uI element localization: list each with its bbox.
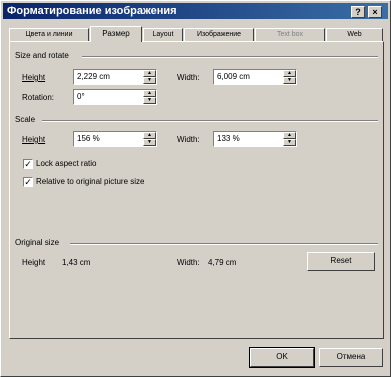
scale-width-spinner[interactable]: ▲▼ [213,131,297,147]
ok-button[interactable]: OK [249,347,315,368]
relative-size-checkbox[interactable]: ✓ Relative to original picture size [23,177,145,189]
title-bar[interactable]: Форматирование изображения ? × [3,3,388,19]
format-picture-dialog: Форматирование изображения ? × Цвета и л… [0,0,391,377]
tab-layout[interactable]: Layout [143,28,183,41]
lock-aspect-checkbox[interactable]: ✓ Lock aspect ratio [23,159,96,171]
checkmark-icon[interactable]: ✓ [23,177,33,187]
original-width-label: Width: [177,258,200,267]
rotation-label: Rotation: [22,93,55,102]
height-spinner[interactable]: ▲▼ [73,69,157,85]
separator [42,120,378,122]
spin-down-icon[interactable]: ▼ [283,139,296,146]
rotation-spinner[interactable]: ▲▼ [73,89,157,105]
spin-up-icon[interactable]: ▲ [283,70,296,77]
tab-web[interactable]: Web [326,28,383,41]
reset-button[interactable]: Reset [307,252,375,271]
spin-down-icon[interactable]: ▼ [143,139,156,146]
size-panel: Size and rotate Height ▲▼ Width: ▲▼ Rota… [9,41,384,339]
size-rotate-title: Size and rotate [15,51,69,60]
width-label: Width: [177,73,200,82]
height-label: Height [22,73,46,82]
spin-up-icon[interactable]: ▲ [143,90,156,97]
cancel-button[interactable]: Отмена [319,348,383,367]
tab-colors-lines[interactable]: Цвета и линии [9,28,89,41]
scale-height-spinner[interactable]: ▲▼ [73,131,157,147]
rotation-input[interactable] [74,90,140,102]
tab-text-box: Text box [255,28,325,41]
original-height-label: Height [22,258,46,267]
width-spinner[interactable]: ▲▼ [213,69,297,85]
help-button[interactable]: ? [351,6,365,18]
tab-size[interactable]: Размер [90,26,142,42]
scale-width-input[interactable] [214,132,280,144]
width-input[interactable] [214,70,280,82]
height-input[interactable] [74,70,140,82]
spin-down-icon[interactable]: ▼ [143,77,156,84]
spin-up-icon[interactable]: ▲ [143,132,156,139]
original-height-value: 1,43 cm [62,258,91,267]
relative-size-label: Relative to original picture size [36,177,145,187]
separator [82,56,378,58]
spin-down-icon[interactable]: ▼ [283,77,296,84]
spin-down-icon[interactable]: ▼ [143,97,156,104]
dialog-title: Форматирование изображения [7,5,177,17]
scale-title: Scale [15,115,36,124]
checkmark-icon[interactable]: ✓ [23,159,33,169]
lock-aspect-label: Lock aspect ratio [36,159,97,169]
tab-picture[interactable]: Изображение [184,28,254,41]
original-width-value: 4,79 cm [208,258,237,267]
scale-height-label: Height [22,135,46,144]
scale-width-label: Width: [177,135,200,144]
spin-up-icon[interactable]: ▲ [143,70,156,77]
original-size-title: Original size [15,238,60,247]
separator [70,243,378,245]
spin-up-icon[interactable]: ▲ [283,132,296,139]
close-button[interactable]: × [368,6,382,18]
scale-height-input[interactable] [74,132,140,144]
